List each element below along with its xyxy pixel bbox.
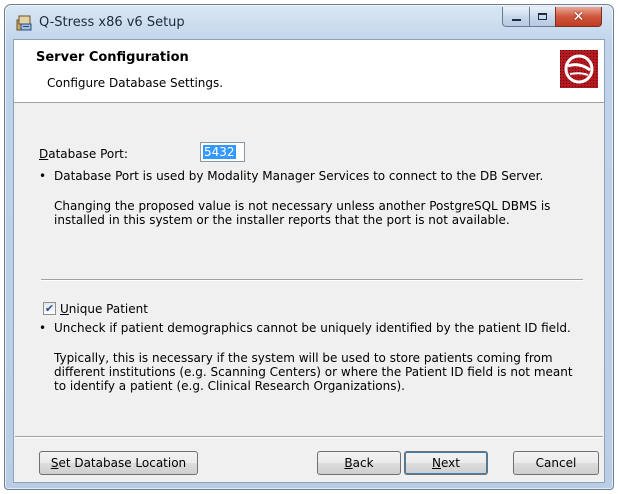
patient-info-text: Uncheck if patient demographics cannot b… (54, 321, 571, 335)
maximize-icon (538, 13, 547, 20)
installer-app-icon (16, 15, 32, 31)
maximize-button[interactable] (529, 7, 556, 27)
database-port-label: Database Port: (39, 147, 128, 161)
next-button[interactable]: Next (404, 451, 488, 475)
footer-divider (15, 436, 603, 438)
section-divider (41, 279, 583, 281)
close-button[interactable]: ✕ (555, 7, 602, 27)
title-bar[interactable]: Q-Stress x86 v6 Setup ✕ (5, 5, 613, 39)
database-port-value: 5432 (203, 145, 236, 159)
port-info-text: Database Port is used by Modality Manage… (54, 169, 544, 183)
disc-logo-icon (560, 50, 598, 88)
port-info-bullet: • (39, 169, 47, 183)
minimize-icon (511, 18, 521, 21)
unique-patient-checkbox[interactable]: ✔ (43, 302, 56, 315)
page-title: Server Configuration (36, 50, 189, 65)
window-title: Q-Stress x86 v6 Setup (39, 15, 185, 30)
set-database-location-button[interactable]: Set Database Location (39, 451, 198, 475)
port-warning-text: Changing the proposed value is not neces… (54, 199, 551, 227)
page-subtitle: Configure Database Settings. (47, 76, 224, 90)
database-port-input[interactable]: 5432 (200, 142, 245, 162)
checkmark-icon: ✔ (44, 302, 55, 315)
patient-detail-text: Typically, this is necessary if the syst… (54, 351, 573, 393)
back-button[interactable]: Back (317, 451, 401, 475)
close-icon: ✕ (572, 8, 585, 25)
patient-info-bullet: • (39, 321, 47, 335)
cancel-button[interactable]: Cancel (513, 451, 599, 475)
unique-patient-label[interactable]: Unique Patient (60, 302, 148, 316)
minimize-button[interactable] (502, 7, 530, 27)
setup-window: Q-Stress x86 v6 Setup ✕ Server Configura… (4, 4, 614, 490)
wizard-header: Server Configuration Configure Database … (14, 40, 604, 103)
dialog-client-area: Server Configuration Configure Database … (13, 39, 605, 483)
